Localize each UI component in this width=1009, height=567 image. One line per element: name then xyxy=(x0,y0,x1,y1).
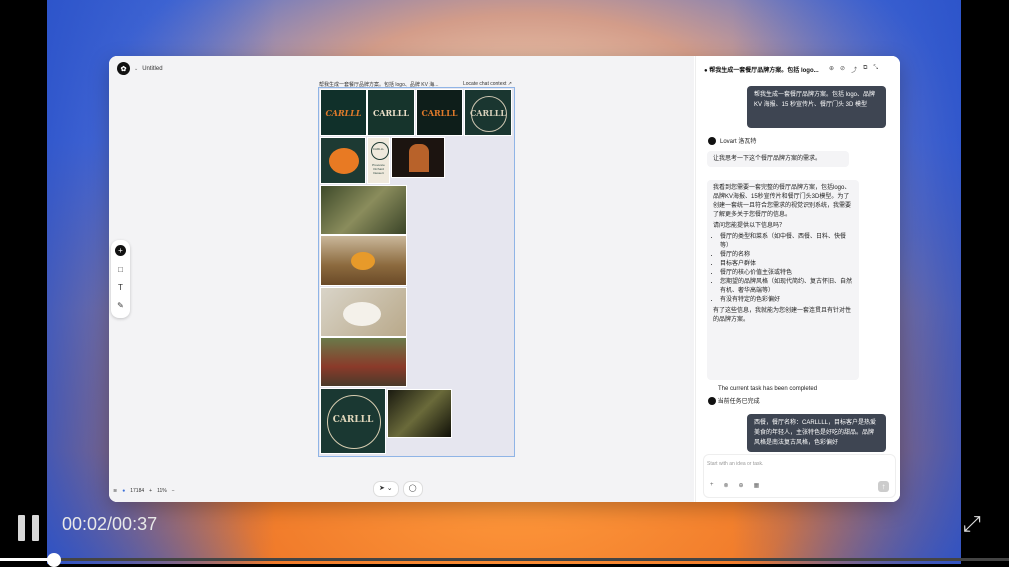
design-canvas[interactable]: ✿ ⌄ Untitled 帮我生成一套餐厅品牌方案。包括 logo、品牌 KV … xyxy=(109,56,694,502)
app-window: ✿ ⌄ Untitled 帮我生成一套餐厅品牌方案。包括 logo、品牌 KV … xyxy=(109,56,900,502)
new-chat-icon[interactable]: ⊕ xyxy=(829,65,834,74)
bottom-left-status: ≋ ● 17184 + 11% − xyxy=(113,488,175,494)
user-message-bubble: 帮我生成一套餐厅品牌方案。包括 logo、品牌 KV 海报、15 秒宣传片、餐厅… xyxy=(747,86,886,128)
dessert-plate-image[interactable] xyxy=(320,287,407,337)
progress-bar[interactable] xyxy=(0,553,1009,567)
badge-text: CARLLL xyxy=(372,147,385,151)
orange-dessert-image[interactable] xyxy=(320,137,366,184)
layers-icon[interactable]: ≋ xyxy=(113,488,117,494)
list-item: 餐厅的名称 xyxy=(720,251,853,260)
agent-outro-text: 有了这些信息，我就能为您创建一套连贯且有针对性的品牌方案。 xyxy=(713,308,852,323)
chat-title: ● 帮我生成一套餐厅品牌方案。包括 logo... xyxy=(704,68,819,74)
chat-header-actions: ⊕ ⊘ ⤴ ⧉ ⤡ xyxy=(829,65,878,74)
logo-text: CARLLL xyxy=(332,414,374,425)
zoom-out-icon[interactable]: − xyxy=(172,488,175,494)
fullscreen-icon[interactable]: ⤢ xyxy=(963,511,991,539)
progress-fill xyxy=(0,558,55,561)
task-avatar-icon xyxy=(708,397,716,406)
side-text-3: Dessert xyxy=(373,171,384,175)
rectangle-tool-icon[interactable]: □ xyxy=(115,264,126,275)
diners-video-frame-image[interactable] xyxy=(320,337,407,387)
credits-icon: ● xyxy=(122,488,126,494)
send-button[interactable]: ↑ xyxy=(878,481,889,492)
left-toolbar: + □ T ✎ xyxy=(111,240,130,318)
link-icon[interactable]: ⊗ xyxy=(724,482,729,489)
agent-message-thinking: 让我思考一下这个餐厅品牌方案的需求。 xyxy=(707,151,849,167)
select-tool-icon[interactable]: ➤ ⌄ xyxy=(373,481,399,497)
agent-intro-text: 我看到您需要一套完整的餐厅品牌方案，包括logo、品牌KV海报、15秒宣传片和餐… xyxy=(713,185,852,218)
logo-image-4[interactable]: CARLLL xyxy=(464,89,512,136)
task-status: The current task has been completed 当前任务… xyxy=(708,386,818,406)
globe-icon[interactable]: ⊕ xyxy=(739,482,744,489)
zoom-level[interactable]: 11% xyxy=(157,488,167,494)
agent-header: Lovart 洛瓦特 xyxy=(708,136,756,145)
video-controls: 00:02/00:37 ⤢ xyxy=(0,505,1009,567)
top-bar: ✿ ⌄ Untitled xyxy=(117,62,163,75)
text-tool-icon[interactable]: T xyxy=(115,282,126,293)
list-item: 目标客户群体 xyxy=(720,260,853,269)
logo-image-2[interactable]: CARLLL xyxy=(367,89,415,136)
storefront-3d-image[interactable] xyxy=(391,137,445,178)
collapse-icon[interactable]: ⤡ xyxy=(873,65,878,74)
logo-text: CARLLL xyxy=(421,108,458,118)
list-item: 有没有特定的色彩偏好 xyxy=(720,296,853,305)
task-status-zh: 当前任务已完成 xyxy=(717,399,760,405)
chat-panel: ● 帮我生成一套餐厅品牌方案。包括 logo... ⊕ ⊘ ⤴ ⧉ ⤡ 帮我生成… xyxy=(695,56,900,502)
logo-text: CARLLL xyxy=(372,108,410,118)
agent-name: Lovart 洛瓦特 xyxy=(720,139,757,145)
orange-basket-image[interactable] xyxy=(320,235,407,286)
attach-icon[interactable]: + xyxy=(710,482,714,489)
share-icon[interactable]: ⤴ xyxy=(851,65,857,74)
app-logo-icon[interactable]: ✿ xyxy=(117,62,130,75)
olive-branch-image[interactable] xyxy=(320,185,407,235)
agent-avatar-icon xyxy=(708,136,716,145)
list-item: 餐厅的类型和菜系（如中餐、西餐、日料、快餐等） xyxy=(720,233,853,251)
chat-title-text: 帮我生成一套餐厅品牌方案。包括 logo... xyxy=(709,68,819,74)
zoom-in-icon[interactable]: + xyxy=(149,488,152,494)
add-icon[interactable]: + xyxy=(115,245,126,256)
list-item: 餐厅的核心价值主张或特色 xyxy=(720,269,853,278)
logo-text: CARLLL xyxy=(325,108,362,118)
copy-icon[interactable]: ⧉ xyxy=(863,65,867,74)
list-item: 您期望的品牌风格（如现代简约、复古怀旧、自然有机、奢华高端等） xyxy=(720,278,853,296)
chevron-down-icon[interactable]: ⌄ xyxy=(134,66,138,72)
logo-image-3[interactable]: CARLLL xyxy=(416,89,463,136)
playback-time: 00:02/00:37 xyxy=(62,514,158,534)
chat-input-placeholder[interactable]: Start with an idea or task. xyxy=(707,461,763,467)
chat-input-box[interactable]: Start with an idea or task. + ⊗ ⊕ ▦ ↑ xyxy=(703,454,896,498)
logo-image-1[interactable]: CARLLL xyxy=(320,89,367,136)
comment-icon[interactable]: ◯ xyxy=(402,481,423,497)
agent-question-text: 请问您能提供以下信息吗？ xyxy=(713,223,786,229)
input-actions: + ⊗ ⊕ ▦ xyxy=(710,482,759,489)
task-status-en: The current task has been completed xyxy=(718,386,818,392)
agent-message-questions: 我看到您需要一套完整的餐厅品牌方案，包括logo、品牌KV海报、15秒宣传片和餐… xyxy=(707,180,859,380)
credits-count: 17184 xyxy=(130,488,145,494)
user-message-bubble-2: 西餐，餐厅名称：CARLLLL，目标客户是热爱美食的年轻人，主张特色是好吃的甜品… xyxy=(747,414,886,452)
pause-icon[interactable] xyxy=(18,515,40,541)
progress-knob[interactable] xyxy=(47,553,62,567)
pen-tool-icon[interactable]: ✎ xyxy=(115,300,126,311)
grid-icon[interactable]: ▦ xyxy=(754,482,760,489)
circular-badge-logo-image[interactable]: CARLLL xyxy=(320,388,386,454)
document-title[interactable]: Untitled xyxy=(142,66,162,72)
history-icon[interactable]: ⊘ xyxy=(840,65,845,74)
bottom-center-tools: ➤ ⌄ ◯ xyxy=(373,481,423,497)
logo-text: CARLLL xyxy=(469,108,507,118)
badge-card-image[interactable]: CARLLL Provence Orchard Dessert xyxy=(367,137,390,184)
artboard-frame[interactable]: CARLLL CARLLL CARLLL CARLLL CARLLL Prove… xyxy=(318,87,515,457)
olive-video-clip-image[interactable] xyxy=(387,389,452,438)
question-list: 餐厅的类型和菜系（如中餐、西餐、日料、快餐等） 餐厅的名称 目标客户群体 餐厅的… xyxy=(713,233,853,305)
